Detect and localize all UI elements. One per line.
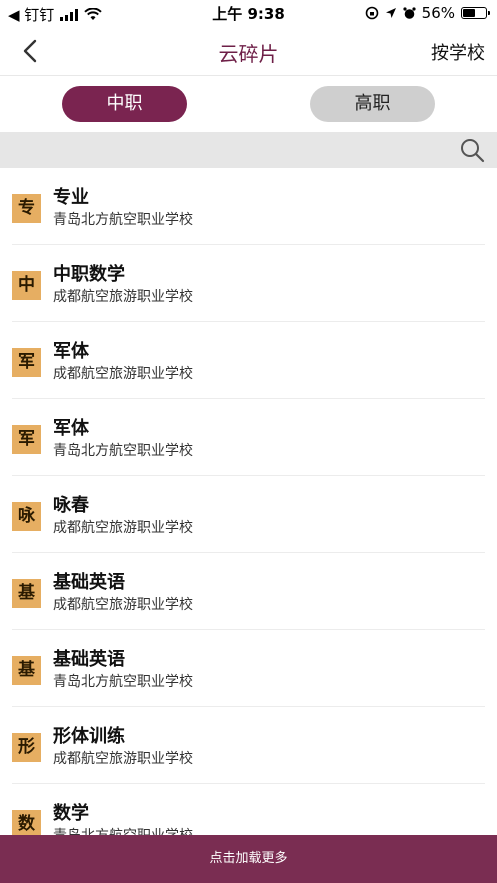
school-name: 青岛北方航空职业学校 [53, 674, 193, 690]
list-item[interactable]: 形形体训练成都航空旅游职业学校 [12, 707, 485, 784]
load-more-button[interactable]: 点击加载更多 [0, 835, 497, 883]
course-title: 中职数学 [53, 264, 125, 285]
nav-bar: 云碎片 按学校 [0, 26, 497, 76]
school-name: 成都航空旅游职业学校 [53, 289, 193, 305]
course-title: 基础英语 [53, 572, 125, 593]
alarm-icon [403, 6, 416, 19]
list-item[interactable]: 数数学青岛北方航空职业学校 [12, 784, 485, 835]
school-name: 青岛北方航空职业学校 [53, 825, 193, 835]
battery-icon [461, 7, 490, 19]
course-initial-badge: 咏 [12, 502, 41, 531]
search-icon[interactable] [459, 137, 485, 163]
search-bar[interactable] [0, 132, 497, 168]
list-item[interactable]: 专专业青岛北方航空职业学校 [12, 168, 485, 245]
course-initial-badge: 基 [12, 656, 41, 685]
location-icon [385, 8, 396, 18]
level-segment: 中职 高职 [0, 76, 497, 132]
course-title: 专业 [53, 187, 89, 208]
school-name: 青岛北方航空职业学校 [53, 212, 193, 228]
course-initial-badge: 数 [12, 810, 41, 835]
course-initial-badge: 中 [12, 271, 41, 300]
school-name: 成都航空旅游职业学校 [53, 520, 193, 536]
course-initial-badge: 形 [12, 733, 41, 762]
list-item[interactable]: 基基础英语成都航空旅游职业学校 [12, 553, 485, 630]
school-name: 青岛北方航空职业学校 [53, 443, 193, 459]
tab-higher-vocational[interactable]: 高职 [310, 86, 435, 122]
course-title: 基础英语 [53, 649, 125, 670]
school-name: 成都航空旅游职业学校 [53, 597, 193, 613]
course-title: 数学 [53, 803, 89, 824]
page-title: 云碎片 [218, 42, 279, 66]
course-list: 专专业 青岛北方航空职业学校中中职数学 成都航空旅游职业学校军军体 成都航空旅游职业学… [0, 168, 497, 835]
list-item[interactable]: 军军体成都航空旅游职业学校 [12, 322, 485, 399]
battery-percent: 56% [421, 4, 455, 22]
list-item[interactable]: 基基础英语青岛北方航空职业学校 [12, 630, 485, 707]
course-title: 军体 [53, 341, 89, 362]
school-name: 成都航空旅游职业学校 [53, 751, 193, 767]
tab-secondary-vocational[interactable]: 中职 [62, 86, 187, 122]
rotation-lock-icon [365, 6, 378, 20]
course-title: 军体 [53, 418, 89, 439]
course-initial-badge: 专 [12, 194, 41, 223]
list-item[interactable]: 中中职数学成都航空旅游职业学校 [12, 245, 485, 322]
course-title: 咏春 [53, 495, 89, 516]
status-right: 56% [365, 4, 490, 22]
course-title: 形体训练 [53, 726, 125, 747]
school-name: 成都航空旅游职业学校 [53, 366, 193, 382]
course-initial-badge: 军 [12, 348, 41, 377]
list-item[interactable]: 军军体青岛北方航空职业学校 [12, 399, 485, 476]
list-item[interactable]: 咏咏春成都航空旅游职业学校 [12, 476, 485, 553]
course-initial-badge: 基 [12, 579, 41, 608]
course-initial-badge: 军 [12, 425, 41, 454]
status-bar: ◀ 钉钉 上午 9:38 56% [0, 0, 497, 26]
by-school-button[interactable]: 按学校 [431, 39, 485, 65]
